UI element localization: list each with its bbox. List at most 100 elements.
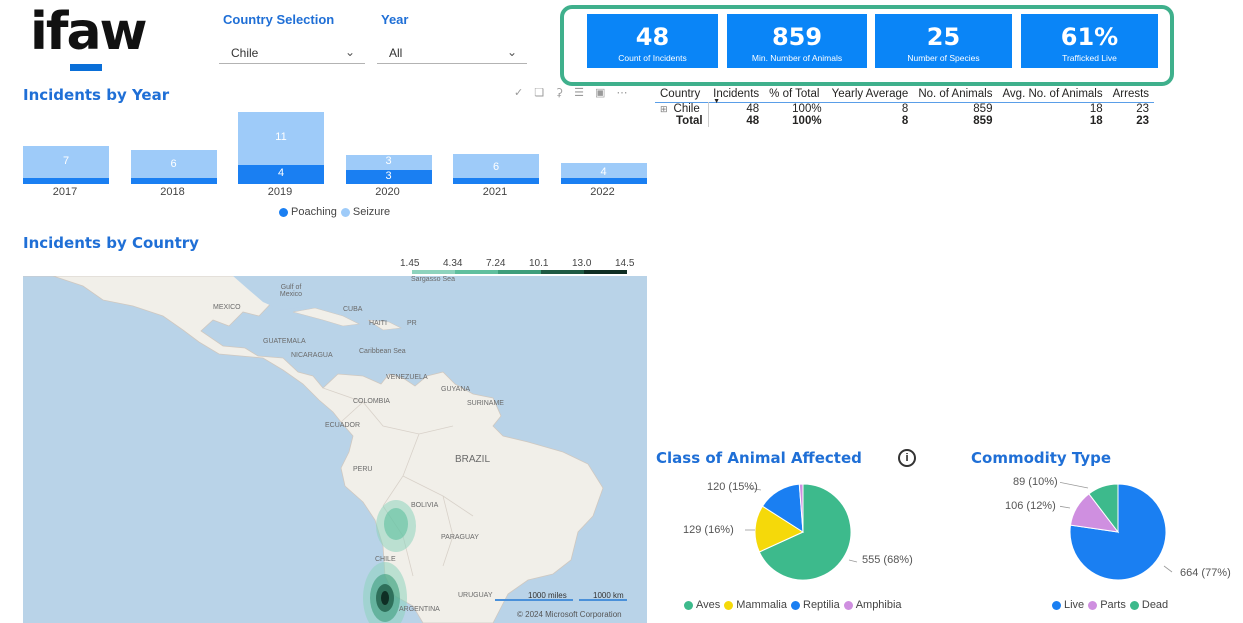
- pie-leader-line: [848, 559, 858, 563]
- legend-live[interactable]: Live: [1052, 599, 1084, 611]
- focus-icon[interactable]: ▣: [595, 87, 616, 99]
- bar-poaching-2020[interactable]: 3: [345, 169, 432, 184]
- legend-mammalia[interactable]: Mammalia: [724, 599, 787, 611]
- map-label: PERU: [353, 466, 373, 473]
- kpi-label: Count of Incidents: [618, 53, 687, 63]
- heat-legend-swatch: [498, 270, 541, 274]
- visual-header-toolbar: ✓❏⚳☰▣⋯: [514, 86, 638, 99]
- bar-seizure-2020[interactable]: 3: [345, 155, 432, 170]
- legend-amphibia[interactable]: Amphibia: [843, 599, 902, 611]
- year-tick-label: 2019: [267, 186, 293, 198]
- slice-label-dead: 89 (10%): [1013, 476, 1058, 488]
- filter-icon[interactable]: ☰: [574, 87, 595, 99]
- kpi-label: Min. Number of Animals: [751, 53, 843, 63]
- map-label: GUYANA: [441, 386, 471, 393]
- class-of-animal-title: Class of Animal Affected: [656, 449, 862, 467]
- pie-leader-line: [1163, 565, 1173, 573]
- map-label: PR: [407, 320, 417, 327]
- col-no-animals[interactable]: No. of Animals: [913, 88, 997, 103]
- kpi-count-incidents[interactable]: 48 Count of Incidents: [587, 14, 718, 68]
- map-label: NICARAGUA: [291, 352, 333, 359]
- map-label: ARGENTINA: [399, 606, 440, 613]
- kpi-value: 61%: [1060, 23, 1119, 51]
- chevron-down-icon: ⌄: [506, 45, 517, 59]
- incidents-map[interactable]: Gulf of Mexico Sargasso Sea MEXICO CUBA HAIT…: [23, 276, 647, 623]
- bar-poaching-2018[interactable]: [130, 178, 217, 184]
- year-tick-label: 2018: [160, 186, 185, 198]
- kpi-min-animals[interactable]: 859 Min. Number of Animals: [727, 14, 867, 68]
- col-incidents[interactable]: Incidents ▼: [708, 88, 764, 105]
- bar-seizure-2017[interactable]: 7: [23, 145, 109, 180]
- bar-seizure-2019[interactable]: 11: [238, 112, 324, 165]
- heat-legend: 1.45 4.34 7.24 10.1 13.0 14.5: [400, 258, 636, 276]
- kpi-trafficked-live[interactable]: 61% Trafficked Live: [1021, 14, 1158, 68]
- bar-poaching-2021[interactable]: [453, 178, 539, 184]
- commodity-pie-chart[interactable]: [1060, 480, 1175, 590]
- legend-reptilia[interactable]: Reptilia: [791, 599, 840, 611]
- country-selection-value: Chile: [231, 46, 259, 60]
- chevron-down-icon: ⌄: [344, 45, 355, 59]
- map-label: VENEZUELA: [386, 374, 428, 381]
- table-row[interactable]: ⊞ Chile 48 100% 8 859 18 23: [655, 102, 1154, 115]
- heat-legend-tick: 10.1: [529, 258, 549, 269]
- bar-poaching-2019[interactable]: 4: [238, 164, 324, 184]
- col-arrests[interactable]: Arrests: [1108, 88, 1154, 103]
- bar-label-poaching: 4: [277, 167, 285, 180]
- year-value: All: [389, 46, 403, 60]
- pie-leader-line: [1060, 505, 1071, 509]
- bar-seizure-2018[interactable]: 6: [130, 150, 217, 180]
- class-pie-chart[interactable]: [745, 480, 860, 590]
- slice-label-parts: 106 (12%): [1005, 500, 1056, 512]
- bar-label-seizure: 11: [275, 131, 287, 144]
- incidents-by-year-title: Incidents by Year: [23, 86, 170, 104]
- copy-icon[interactable]: ❏: [534, 87, 555, 99]
- kpi-value: 48: [635, 23, 670, 51]
- map-label: Gulf of Mexico: [279, 284, 303, 298]
- heat-legend-tick: 4.34: [443, 258, 463, 269]
- kpi-number-species[interactable]: 25 Number of Species: [875, 14, 1012, 68]
- year-axis: 2017 2018 2019 2020 2021 2022: [23, 186, 648, 200]
- year-dropdown[interactable]: All ⌄: [377, 42, 527, 64]
- legend-seizure[interactable]: Seizure: [340, 206, 390, 218]
- col-country[interactable]: Country: [655, 88, 708, 103]
- bar-poaching-2017[interactable]: [23, 178, 109, 184]
- legend-poaching[interactable]: Poaching: [279, 206, 337, 218]
- info-icon[interactable]: i: [898, 449, 916, 467]
- col-yearly-average[interactable]: Yearly Average: [827, 88, 914, 103]
- map-copyright: © 2024 Microsoft Corporation: [517, 610, 622, 619]
- heat-legend-swatch: [584, 270, 627, 274]
- commodity-legend: Live Parts Dead: [1052, 599, 1172, 611]
- bar-label-seizure: 6: [492, 161, 500, 174]
- kpi-value: 859: [771, 23, 823, 51]
- summary-table: Country Incidents ▼ % of Total Yearly Ave…: [655, 88, 1155, 127]
- year-tick-label: 2017: [52, 186, 78, 198]
- legend-dead[interactable]: Dead: [1129, 599, 1168, 611]
- pin-icon[interactable]: ✓: [514, 87, 534, 99]
- heat-legend-swatch: [455, 270, 498, 274]
- col-avg-animals[interactable]: Avg. No. of Animals: [997, 88, 1107, 103]
- map-label: BRAZIL: [455, 454, 491, 465]
- map-label: CUBA: [343, 306, 363, 313]
- slice-label-aves: 555 (68%): [862, 554, 913, 566]
- kpi-value: 25: [926, 23, 961, 51]
- bell-icon[interactable]: ⚳: [555, 87, 574, 99]
- bar-poaching-2022[interactable]: [560, 178, 647, 184]
- map-label: COLOMBIA: [353, 398, 390, 405]
- col-percent-total[interactable]: % of Total: [764, 88, 826, 103]
- map-label: MEXICO: [213, 304, 241, 311]
- map-label: URUGUAY: [458, 592, 493, 599]
- kpi-label: Trafficked Live: [1062, 53, 1117, 63]
- country-selection-dropdown[interactable]: Chile ⌄: [219, 42, 365, 64]
- pie-leader-line: [1060, 481, 1089, 489]
- expand-icon[interactable]: ⊞: [660, 104, 668, 114]
- legend-aves[interactable]: Aves: [684, 599, 720, 611]
- sort-desc-icon: ▼: [713, 98, 721, 105]
- table-total-row: Total 48 100% 8 859 18 23: [655, 115, 1154, 127]
- slice-label-reptilia: 120 (15%): [707, 481, 758, 493]
- slice-label-live: 664 (77%): [1180, 567, 1231, 579]
- map-label: HAITI: [369, 320, 387, 327]
- heat-legend-tick: 14.5: [615, 258, 635, 269]
- map-label: Sargasso Sea: [411, 276, 455, 283]
- legend-parts[interactable]: Parts: [1088, 599, 1126, 611]
- more-options-icon[interactable]: ⋯: [616, 87, 638, 99]
